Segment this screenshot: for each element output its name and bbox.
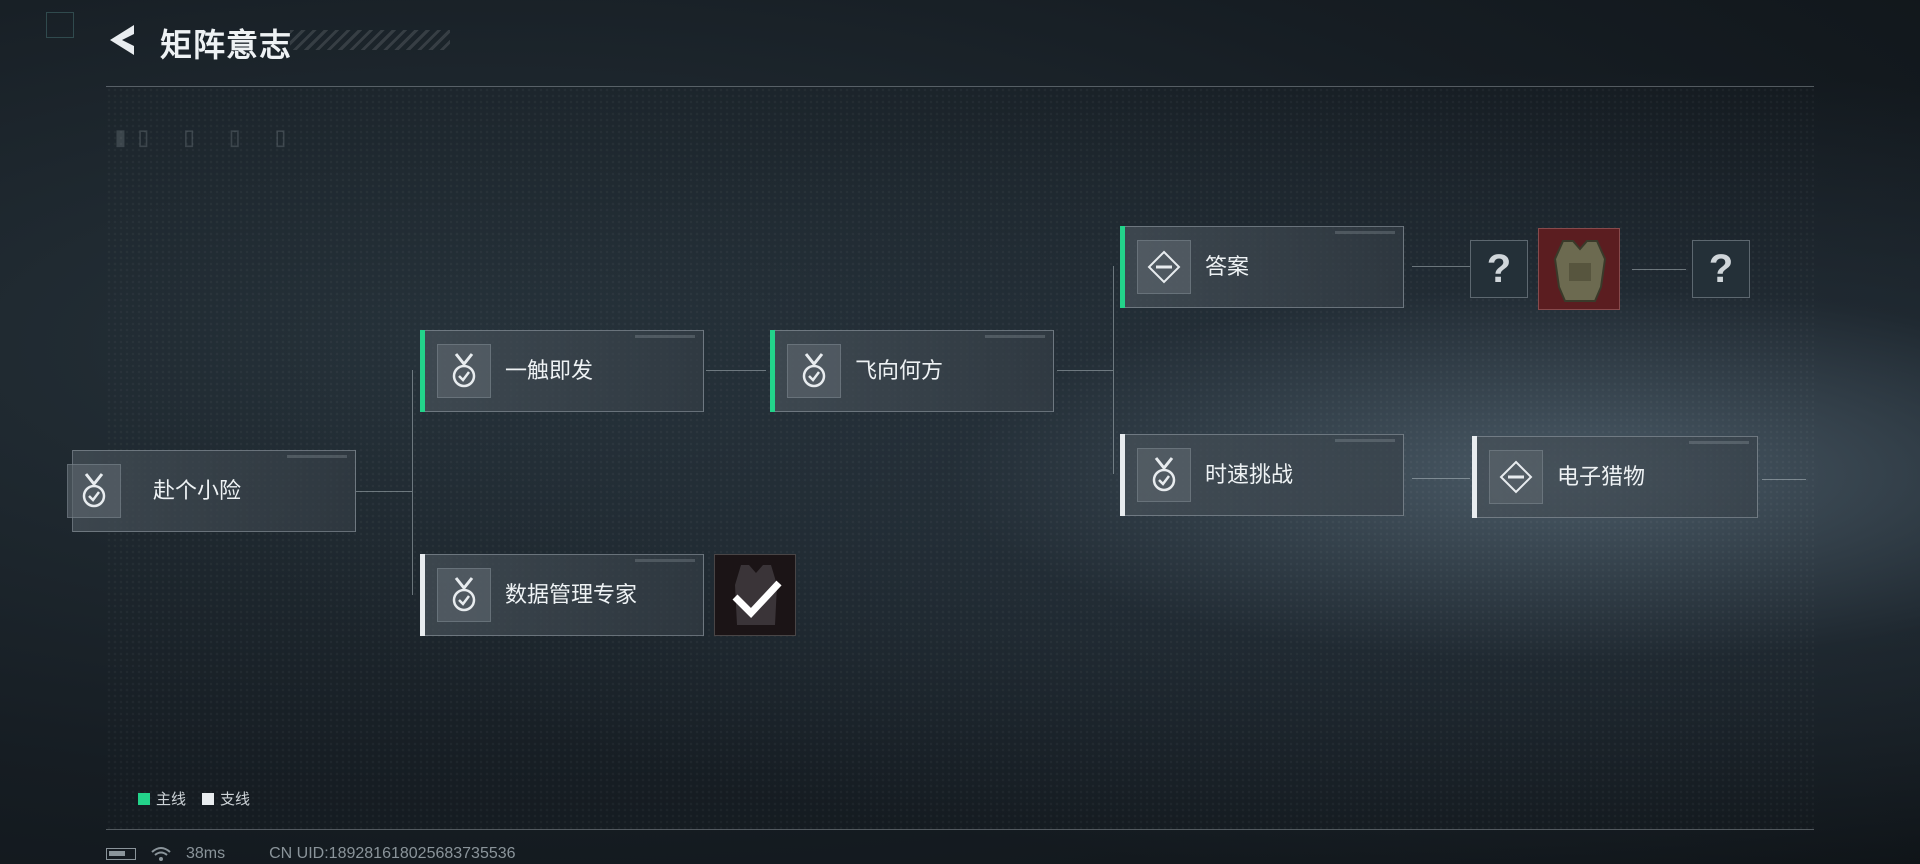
- legend: 主线 支线: [138, 788, 250, 809]
- title-decoration: [290, 30, 450, 50]
- connector: [1113, 266, 1114, 474]
- diamond-logo-icon: [1137, 240, 1191, 294]
- legend-main: 主线: [138, 788, 186, 809]
- quest-label: 飞向何方: [855, 358, 944, 383]
- quest-node-q2[interactable]: 一触即发: [420, 330, 704, 412]
- quest-node-q4[interactable]: 飞向何方: [770, 330, 1054, 412]
- back-arrow-icon: [110, 25, 134, 55]
- quest-label: 答案: [1205, 254, 1250, 279]
- back-button[interactable]: [104, 22, 144, 58]
- quest-node-q5[interactable]: 答案: [1120, 226, 1404, 308]
- medal-icon: [67, 464, 121, 518]
- connector: [1412, 266, 1470, 267]
- connector: [356, 491, 412, 492]
- legend-swatch: [138, 793, 150, 805]
- wifi-icon: [151, 847, 171, 861]
- reward-item[interactable]: [1538, 228, 1620, 310]
- connector: [1057, 370, 1113, 371]
- quest-node-q3[interactable]: 数据管理专家: [420, 554, 704, 636]
- corner-decoration: [46, 12, 74, 38]
- armor-vest-icon: [732, 565, 782, 625]
- medal-icon: [787, 344, 841, 398]
- uid-text: CN UID:1892816180256837355​36: [269, 845, 516, 862]
- reward-unknown[interactable]: ?: [1692, 240, 1750, 298]
- medal-icon: [437, 568, 491, 622]
- status-bar: 38ms CN UID:1892816180256837355​36: [106, 844, 516, 864]
- reward-unknown[interactable]: ?: [1470, 240, 1528, 298]
- battery-icon: [106, 848, 136, 860]
- diamond-logo-icon: [1489, 450, 1543, 504]
- quest-label: 电子猎物: [1557, 464, 1646, 489]
- top-bar: 矩阵意志: [0, 0, 1920, 80]
- medal-icon: [437, 344, 491, 398]
- connector: [1762, 479, 1806, 480]
- quest-node-q7[interactable]: 电子猎物: [1472, 436, 1758, 518]
- reward-item-claimed[interactable]: [714, 554, 796, 636]
- connector: [1632, 269, 1686, 270]
- ping-value: 38ms: [186, 845, 226, 862]
- legend-branch: 支线: [202, 788, 250, 809]
- connector: [1412, 478, 1470, 479]
- quest-label: 时速挑战: [1205, 462, 1294, 487]
- quest-label: 数据管理专家: [505, 582, 638, 607]
- quest-label: 一触即发: [505, 358, 594, 383]
- quest-label: 赴个小险: [153, 478, 242, 503]
- hud-decoration: ▮▯ ▯ ▯ ▯: [112, 120, 295, 153]
- quest-node-q6[interactable]: 时速挑战: [1120, 434, 1404, 516]
- medal-icon: [1137, 448, 1191, 502]
- connector: [706, 370, 766, 371]
- connector: [412, 370, 413, 595]
- quest-node-q1[interactable]: 赴个小险: [67, 450, 356, 532]
- page-title: 矩阵意志: [160, 27, 293, 63]
- legend-swatch: [202, 793, 215, 805]
- armor-vest-icon: [1553, 240, 1607, 302]
